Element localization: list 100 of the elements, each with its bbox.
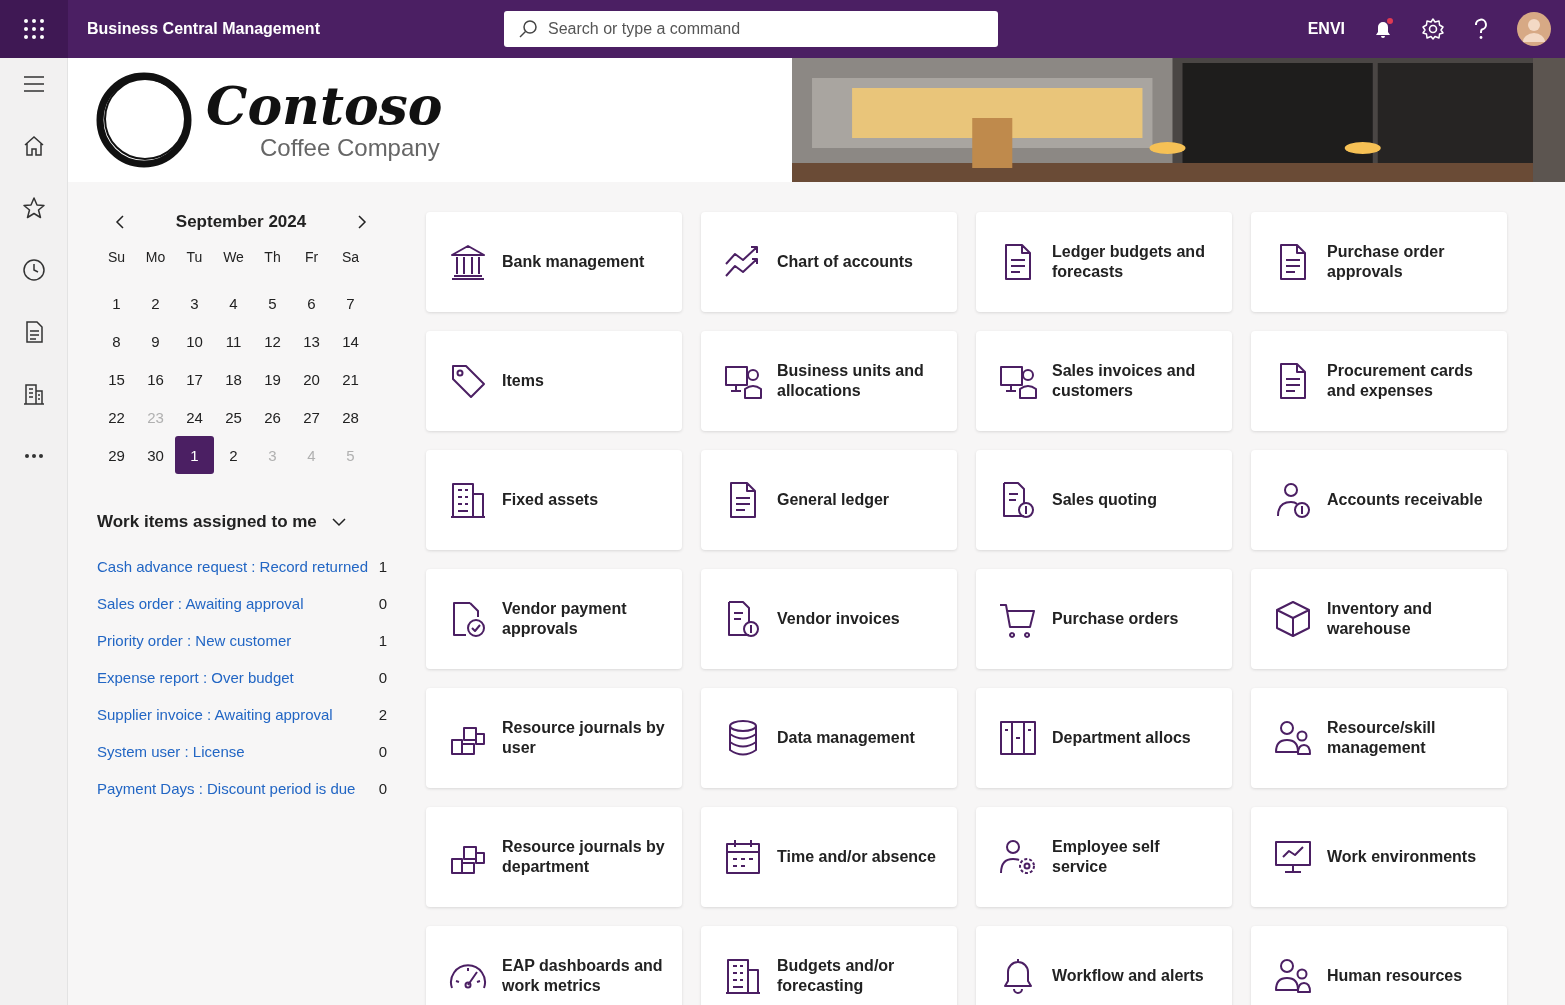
- clock-icon[interactable]: [21, 258, 46, 282]
- calendar-day[interactable]: 13: [292, 322, 331, 360]
- calendar-day[interactable]: 8: [97, 322, 136, 360]
- calendar-day[interactable]: 6: [292, 284, 331, 322]
- calendar-day[interactable]: 18: [214, 360, 253, 398]
- weekday-label: Sa: [340, 248, 361, 267]
- navigation-tile[interactable]: Items: [426, 331, 682, 431]
- navigation-tile[interactable]: Bank management: [426, 212, 682, 312]
- search-field[interactable]: Search or type a command: [504, 11, 998, 47]
- calendar-day[interactable]: 22: [97, 398, 136, 436]
- logo-tagline: Coffee Company: [260, 134, 441, 162]
- star-icon[interactable]: [21, 196, 46, 220]
- calendar-day[interactable]: 12: [253, 322, 292, 360]
- navigation-tile[interactable]: Resource/skill management: [1251, 688, 1507, 788]
- navigation-tile[interactable]: Resource journals by user: [426, 688, 682, 788]
- work-item-count: 0: [378, 743, 387, 760]
- navigation-tile[interactable]: Vendor payment approvals: [426, 569, 682, 669]
- calendar-day[interactable]: 7: [331, 284, 370, 322]
- navigation-tile[interactable]: Time and/or absence: [701, 807, 957, 907]
- month-title: September 2024: [175, 212, 307, 232]
- navigation-tile[interactable]: Budgets and/or forecasting: [701, 926, 957, 1005]
- calendar-day[interactable]: 26: [253, 398, 292, 436]
- app-launcher-icon[interactable]: [0, 0, 68, 58]
- navigation-tile[interactable]: EAP dashboards and work metrics: [426, 926, 682, 1005]
- bank-icon: [448, 242, 488, 282]
- calendar-day[interactable]: 17: [175, 360, 214, 398]
- calendar-day[interactable]: 27: [292, 398, 331, 436]
- work-item-link[interactable]: System user : License: [97, 743, 245, 760]
- navigation-tile[interactable]: Work environments: [1251, 807, 1507, 907]
- building-icon: [448, 480, 488, 520]
- navigation-tile[interactable]: Sales invoices and customers: [976, 331, 1232, 431]
- work-item-link[interactable]: Cash advance request : Record returned: [97, 558, 368, 575]
- calendar-day[interactable]: 1: [175, 436, 214, 474]
- calendar-day[interactable]: 5: [253, 284, 292, 322]
- calendar-day[interactable]: 20: [292, 360, 331, 398]
- calendar-day[interactable]: 30: [136, 436, 175, 474]
- work-item-count: 1: [378, 632, 387, 649]
- work-item-link[interactable]: Expense report : Over budget: [97, 669, 294, 686]
- settings-icon[interactable]: [1421, 17, 1445, 41]
- box-icon: [1273, 599, 1313, 639]
- logo-wordmark: Contoso: [206, 78, 443, 134]
- calendar-day[interactable]: 15: [97, 360, 136, 398]
- weekday-label: Mo: [144, 248, 167, 267]
- calendar-day[interactable]: 16: [136, 360, 175, 398]
- calendar-day[interactable]: 3: [175, 284, 214, 322]
- navigation-tile[interactable]: Purchase orders: [976, 569, 1232, 669]
- building-icon[interactable]: [21, 382, 46, 406]
- navigation-tile[interactable]: Department allocs: [976, 688, 1232, 788]
- calendar-day[interactable]: 24: [175, 398, 214, 436]
- weekday-label: Fr: [303, 248, 320, 267]
- navigation-tile[interactable]: Purchase order approvals: [1251, 212, 1507, 312]
- calendar-day[interactable]: 2: [214, 436, 253, 474]
- weekday-label: We: [222, 248, 245, 267]
- navigation-tile[interactable]: Sales quoting: [976, 450, 1232, 550]
- columns-icon: [998, 718, 1038, 758]
- calendar-day[interactable]: 25: [214, 398, 253, 436]
- calendar-day[interactable]: 1: [97, 284, 136, 322]
- work-item-link[interactable]: Priority order : New customer: [97, 632, 292, 649]
- avatar-icon[interactable]: [1517, 12, 1551, 46]
- navigation-tile[interactable]: Human resources: [1251, 926, 1507, 1005]
- calendar-day[interactable]: 21: [331, 360, 370, 398]
- logo-ring-icon: [94, 70, 194, 170]
- calendar-icon: [723, 837, 763, 877]
- navigation-tile[interactable]: Vendor invoices: [701, 569, 957, 669]
- calendar-day[interactable]: 28: [331, 398, 370, 436]
- calendar-day[interactable]: 29: [97, 436, 136, 474]
- navigation-tile[interactable]: Chart of accounts: [701, 212, 957, 312]
- navigation-tile[interactable]: Business units and allocations: [701, 331, 957, 431]
- work-item-link[interactable]: Sales order : Awaiting approval: [97, 595, 304, 612]
- work-item-link[interactable]: Supplier invoice : Awaiting approval: [97, 706, 333, 723]
- navigation-tile[interactable]: Workflow and alerts: [976, 926, 1232, 1005]
- people-icon: [1273, 718, 1313, 758]
- work-item-count: 2: [378, 706, 387, 723]
- calendar-day[interactable]: 11: [214, 322, 253, 360]
- navigation-tile[interactable]: Data management: [701, 688, 957, 788]
- work-item-count: 1: [378, 558, 387, 575]
- environment-label[interactable]: ENVI: [1307, 20, 1345, 38]
- navigation-tile[interactable]: General ledger: [701, 450, 957, 550]
- work-item-link[interactable]: Payment Days : Discount period is due: [97, 780, 356, 797]
- calendar-day[interactable]: 10: [175, 322, 214, 360]
- calendar-day[interactable]: 14: [331, 322, 370, 360]
- calendar-day[interactable]: 2: [136, 284, 175, 322]
- app-title: Business Central Management: [87, 20, 321, 38]
- navigation-tile[interactable]: Fixed assets: [426, 450, 682, 550]
- work-item-count: 0: [378, 780, 387, 797]
- navigation-tile[interactable]: Inventory and warehouse: [1251, 569, 1507, 669]
- section-title: Work items assigned to me: [97, 512, 317, 532]
- calendar-day[interactable]: 9: [136, 322, 175, 360]
- calendar-day[interactable]: 19: [253, 360, 292, 398]
- weekday-label: Th: [263, 248, 282, 267]
- work-item-count: 0: [378, 669, 387, 686]
- weekday-label: Su: [106, 248, 127, 267]
- weekday-label: Tu: [185, 248, 204, 267]
- navigation-tile[interactable]: Ledger budgets and forecasts: [976, 212, 1232, 312]
- navigation-tile[interactable]: Resource journals by department: [426, 807, 682, 907]
- navigation-tile[interactable]: Accounts receivable: [1251, 450, 1507, 550]
- building-icon: [723, 956, 763, 996]
- calendar-day[interactable]: 4: [214, 284, 253, 322]
- navigation-tile[interactable]: Procurement cards and expenses: [1251, 331, 1507, 431]
- navigation-tile[interactable]: Employee self service: [976, 807, 1232, 907]
